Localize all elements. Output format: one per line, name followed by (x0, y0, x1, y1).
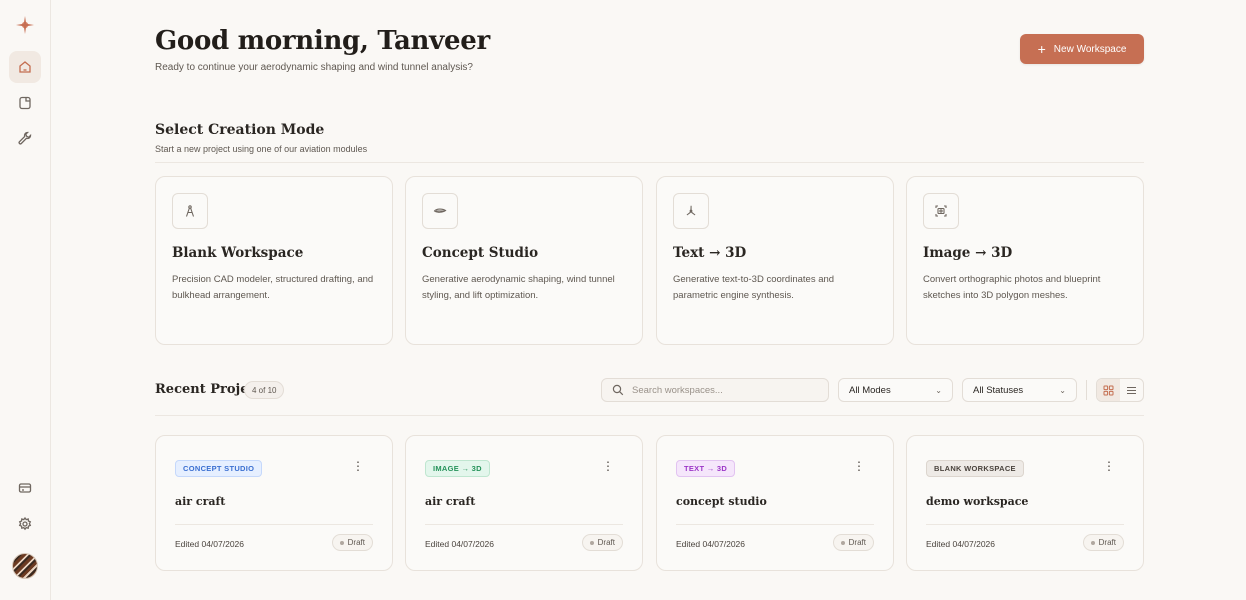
project-name: demo workspace (926, 495, 1029, 508)
status-dot (1090, 540, 1095, 545)
sidebar-billing-button[interactable] (9, 472, 41, 504)
project-name: concept studio (676, 495, 767, 508)
status-badge: Draft (832, 534, 874, 551)
project-count-badge: 4 of 10 (244, 381, 285, 399)
project-name: air craft (425, 495, 476, 508)
status-filter-value: All Statuses (973, 384, 1024, 396)
status-label: Draft (597, 538, 615, 547)
mode-filter-select[interactable]: All Modes ⌄ (838, 378, 953, 402)
card-divider (676, 524, 874, 525)
card-divider (425, 524, 623, 525)
mode-tag: TEXT → 3D (676, 460, 736, 477)
section-divider (155, 415, 1144, 416)
project-card[interactable]: CONCEPT STUDIO ⋮ air craft Edited 04/07/… (155, 435, 393, 571)
status-label: Draft (848, 538, 866, 547)
app-logo-icon[interactable] (14, 14, 36, 36)
more-options-icon[interactable]: ⋮ (853, 460, 865, 472)
mode-filter-value: All Modes (849, 384, 891, 396)
mode-card-text-to-3d[interactable]: Text → 3D Generative text-to-3D coordina… (656, 176, 894, 345)
status-filter-select[interactable]: All Statuses ⌄ (962, 378, 1077, 402)
project-card[interactable]: TEXT → 3D ⋮ concept studio Edited 04/07/… (656, 435, 894, 571)
image-scan-icon (923, 193, 959, 229)
view-toggle (1096, 378, 1144, 402)
sidebar-tools-button[interactable] (9, 122, 41, 154)
list-view-button[interactable] (1120, 379, 1143, 401)
mode-tag: CONCEPT STUDIO (175, 460, 263, 477)
mode-description: Precision CAD modeler, structured drafti… (172, 274, 374, 301)
new-workspace-label: New Workspace (1053, 43, 1127, 55)
card-divider (175, 524, 373, 525)
mode-title: Text → 3D (673, 245, 747, 261)
sidebar-files-button[interactable] (9, 87, 41, 119)
gear-icon (18, 516, 32, 531)
card-divider (926, 524, 1124, 525)
card-icon (18, 483, 32, 493)
mode-title: Concept Studio (422, 245, 539, 261)
grid-view-button[interactable] (1097, 379, 1120, 401)
search-box[interactable] (601, 378, 829, 402)
section-divider (155, 162, 1144, 163)
list-icon (1127, 386, 1136, 394)
new-workspace-button[interactable]: + New Workspace (1020, 34, 1144, 64)
status-badge: Draft (581, 534, 623, 551)
status-dot (840, 540, 845, 545)
edited-date: Edited 04/07/2026 (175, 539, 245, 549)
sidebar-home-button[interactable] (9, 51, 41, 83)
edited-date: Edited 04/07/2026 (425, 539, 495, 549)
more-options-icon[interactable]: ⋮ (1103, 460, 1115, 472)
edited-date: Edited 04/07/2026 (926, 539, 996, 549)
toolbar-separator (1086, 380, 1087, 400)
mode-card-concept-studio[interactable]: Concept Studio Generative aerodynamic sh… (405, 176, 643, 345)
compass-icon (172, 193, 208, 229)
sidebar (0, 0, 51, 600)
chevron-down-icon: ⌄ (1059, 385, 1066, 395)
plus-icon: + (1037, 41, 1046, 57)
sidebar-settings-button[interactable] (9, 508, 41, 540)
status-dot (589, 540, 594, 545)
creation-mode-subtitle: Start a new project using one of our avi… (155, 144, 368, 154)
edited-date: Edited 04/07/2026 (676, 539, 746, 549)
mode-description: Convert orthographic photos and blueprin… (923, 274, 1101, 301)
chevron-down-icon: ⌄ (935, 385, 942, 395)
mode-description: Generative text-to-3D coordinates and pa… (673, 274, 835, 301)
status-badge: Draft (1082, 534, 1124, 551)
mode-tag: BLANK WORKSPACE (926, 460, 1024, 477)
mode-title: Blank Workspace (172, 245, 304, 261)
wrench-icon (18, 131, 32, 145)
page-greeting: Good morning, Tanveer (155, 26, 490, 56)
grid-icon (1103, 385, 1114, 395)
status-dot (339, 540, 344, 545)
project-card[interactable]: BLANK WORKSPACE ⋮ demo workspace Edited … (906, 435, 1144, 571)
project-name: air craft (175, 495, 226, 508)
more-options-icon[interactable]: ⋮ (352, 460, 364, 472)
status-badge: Draft (331, 534, 373, 551)
creation-mode-title: Select Creation Mode (155, 122, 325, 138)
status-label: Draft (1098, 538, 1116, 547)
airfoil-icon (422, 193, 458, 229)
user-avatar[interactable] (12, 553, 38, 579)
mode-card-image-to-3d[interactable]: Image → 3D Convert orthographic photos a… (906, 176, 1144, 345)
search-input[interactable] (632, 384, 822, 396)
page-subtitle: Ready to continue your aerodynamic shapi… (155, 62, 473, 73)
mode-card-blank-workspace[interactable]: Blank Workspace Precision CAD modeler, s… (155, 176, 393, 345)
mode-title: Image → 3D (923, 245, 1013, 261)
mode-description: Generative aerodynamic shaping, wind tun… (422, 274, 615, 301)
status-label: Draft (347, 538, 365, 547)
mode-tag: IMAGE → 3D (425, 460, 490, 477)
propeller-icon (673, 193, 709, 229)
file-icon (19, 96, 31, 110)
home-icon (19, 61, 31, 73)
search-icon (612, 384, 624, 396)
project-card[interactable]: IMAGE → 3D ⋮ air craft Edited 04/07/2026… (405, 435, 643, 571)
more-options-icon[interactable]: ⋮ (602, 460, 614, 472)
